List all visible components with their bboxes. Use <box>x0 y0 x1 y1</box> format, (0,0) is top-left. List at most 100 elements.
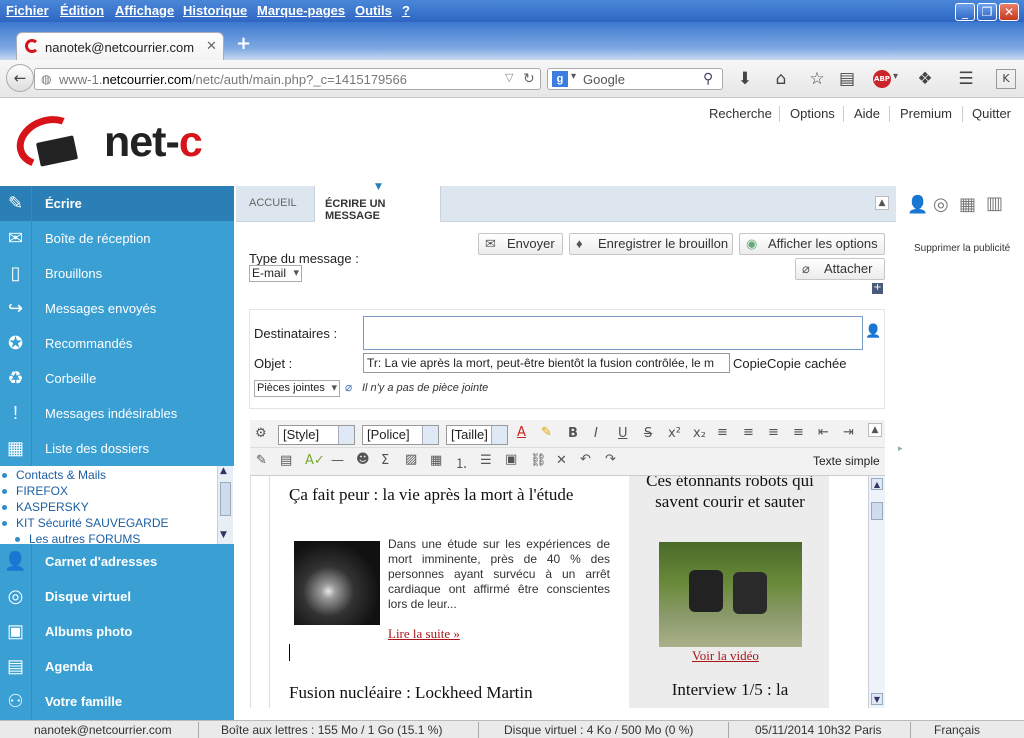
menu-affichage[interactable]: Affichage <box>115 3 174 18</box>
tab-compose[interactable]: ▼ ÉCRIRE UN MESSAGE <box>314 182 441 222</box>
scroll-down-icon[interactable]: ▼ <box>871 693 883 705</box>
unlink-icon[interactable]: ✕ <box>556 453 567 468</box>
menu-outils[interactable]: Outils <box>355 3 392 18</box>
folder-item[interactable]: FIREFOX <box>1 484 68 498</box>
sidebar-item-recommended[interactable]: ✪ Recommandés <box>0 326 234 361</box>
cc-link[interactable]: Copie <box>733 356 767 371</box>
justify-icon[interactable]: ≡ <box>793 425 804 440</box>
scroll-down-icon[interactable]: ▼ <box>220 530 227 540</box>
bullet-list-icon[interactable]: ☰ <box>480 453 492 468</box>
new-tab-icon[interactable]: + <box>236 33 251 54</box>
disk-icon[interactable]: ◎ <box>933 194 949 215</box>
sidebar-item-inbox[interactable]: ✉ Boîte de réception <box>0 221 234 256</box>
subject-input[interactable]: Tr: La vie après la mort, peut-être bien… <box>363 353 730 373</box>
folder-item[interactable]: Les autres FORUMS <box>14 532 140 546</box>
menu-historique[interactable]: Historique <box>183 3 247 18</box>
url-bar[interactable]: ◍ www-1.netcourrier.com/netc/auth/main.p… <box>34 68 541 90</box>
minimize-button[interactable]: _ <box>955 3 975 21</box>
notes-icon[interactable]: ▥ <box>986 193 1003 214</box>
status-language[interactable]: Français <box>934 723 980 737</box>
kaspersky-icon[interactable]: K <box>996 69 1016 89</box>
scroll-thumb[interactable] <box>871 502 883 520</box>
message-type-select[interactable]: E-mail <box>249 265 302 282</box>
save-draft-button[interactable]: ♦ Enregistrer le brouillon <box>569 233 733 255</box>
sidebar-item-address-book[interactable]: 👤 Carnet d'adresses <box>0 544 234 579</box>
media-icon[interactable]: ▣ <box>505 452 517 467</box>
sidebar-item-trash[interactable]: ♻ Corbeille <box>0 361 234 396</box>
bcc-link[interactable]: Copie cachée <box>767 356 847 371</box>
paste-icon[interactable]: ▤ <box>280 453 292 468</box>
adblock-icon[interactable]: ABP <box>873 70 891 88</box>
read-more-link[interactable]: Lire la suite » <box>388 626 460 642</box>
undo-icon[interactable]: ↶ <box>580 452 591 467</box>
link-icon[interactable]: ⛓ <box>530 453 547 468</box>
send-button[interactable]: ✉ Envoyer <box>478 233 563 255</box>
table-icon[interactable]: ▦ <box>430 453 442 468</box>
folder-item[interactable]: KIT Sécurité SAUVEGARDE <box>2 516 169 530</box>
text-color-icon[interactable]: A <box>517 425 526 440</box>
close-window-button[interactable]: ✕ <box>999 3 1019 21</box>
editor-scrollbar[interactable]: ▲ ▼ <box>868 476 885 708</box>
top-link-quitter[interactable]: Quitter <box>972 106 1011 121</box>
folder-scrollbar[interactable]: ▲ ▼ <box>217 466 233 544</box>
home-icon[interactable]: ⌂ <box>770 69 792 89</box>
scroll-up-icon[interactable]: ▲ <box>220 466 227 476</box>
expand-plus-icon[interactable]: + <box>872 283 883 294</box>
horizontal-rule-icon[interactable]: — <box>331 453 344 468</box>
remove-ads-link[interactable]: Supprimer la publicité <box>914 243 1010 254</box>
editor-body[interactable]: Ça fait peur : la vie après la mort à l'… <box>250 476 868 708</box>
back-arrow-icon[interactable]: ← <box>6 64 34 92</box>
expand-panel-icon[interactable]: ▸ <box>898 444 903 454</box>
reload-icon[interactable]: ↻ <box>523 70 535 87</box>
top-link-premium[interactable]: Premium <box>900 106 952 121</box>
top-link-aide[interactable]: Aide <box>854 106 880 121</box>
download-icon[interactable]: ⬇ <box>734 69 756 89</box>
menu-marque-pages[interactable]: Marque-pages <box>257 3 345 18</box>
numbered-list-icon[interactable]: ⒈ <box>455 453 468 472</box>
spellcheck-icon[interactable]: A✓ <box>305 453 325 468</box>
align-left-icon[interactable]: ≡ <box>717 425 728 440</box>
sidebar-item-ecrire[interactable]: ✎ Écrire <box>0 186 234 221</box>
image-icon[interactable]: ▨ <box>405 452 417 467</box>
hamburger-menu-icon[interactable]: ☰ <box>955 69 977 89</box>
attach-button[interactable]: ⌀ Attacher <box>795 258 885 280</box>
collapse-icon[interactable]: ▲ <box>875 196 889 210</box>
underline-icon[interactable]: U <box>618 426 628 441</box>
subscript-icon[interactable]: x₂ <box>693 426 706 441</box>
scroll-thumb[interactable] <box>220 482 231 516</box>
recipients-input[interactable] <box>363 316 863 350</box>
attach-add-icon[interactable]: ⌀ <box>345 380 352 394</box>
show-options-button[interactable]: ◉ Afficher les options <box>739 233 885 255</box>
top-link-recherche[interactable]: Recherche <box>709 106 772 121</box>
settings-gear-icon[interactable]: ⚙ <box>255 426 267 441</box>
bookmark-star-icon[interactable]: ☆ <box>806 69 828 89</box>
dropdown-arrow-icon[interactable]: ▽ <box>505 71 513 84</box>
toolbar-collapse-icon[interactable]: ▲ <box>868 423 882 437</box>
strikethrough-icon[interactable]: S <box>644 426 652 441</box>
italic-icon[interactable]: I <box>594 426 598 441</box>
tab-accueil[interactable]: ACCUEIL <box>249 197 297 209</box>
folder-item[interactable]: Contacts & Mails <box>1 468 106 482</box>
sidebar-item-photo-albums[interactable]: ▣ Albums photo <box>0 614 234 649</box>
edit-pencil-icon[interactable]: ✎ <box>256 453 267 468</box>
sidebar-item-folders[interactable]: ▦ Liste des dossiers <box>0 431 234 466</box>
smiley-icon[interactable]: ☻ <box>356 452 370 467</box>
highlight-icon[interactable]: ✎ <box>541 425 552 440</box>
scroll-up-icon[interactable]: ▲ <box>871 478 883 490</box>
video-link[interactable]: Voir la vidéo <box>692 648 759 664</box>
close-tab-icon[interactable]: ✕ <box>206 38 217 54</box>
align-right-icon[interactable]: ≡ <box>768 425 779 440</box>
bold-icon[interactable]: B <box>568 426 578 441</box>
menu-edition[interactable]: Édition <box>60 3 104 18</box>
calendar-icon[interactable]: ▦ <box>959 194 976 215</box>
outdent-icon[interactable]: ⇤ <box>818 425 829 440</box>
contact-picker-icon[interactable]: 👤 <box>865 324 881 339</box>
engine-dropdown-icon[interactable]: ▾ <box>571 71 576 82</box>
font-select[interactable]: [Police] <box>362 425 439 445</box>
sidebar-item-family[interactable]: ⚇ Votre famille <box>0 684 234 719</box>
folder-item[interactable]: KASPERSKY <box>2 500 89 514</box>
menu-fichier[interactable]: Fichier <box>6 3 49 18</box>
sidebar-item-drafts[interactable]: ▯ Brouillons <box>0 256 234 291</box>
contact-icon[interactable]: 👤 <box>907 195 928 215</box>
sidebar-item-virtual-disk[interactable]: ◎ Disque virtuel <box>0 579 234 614</box>
